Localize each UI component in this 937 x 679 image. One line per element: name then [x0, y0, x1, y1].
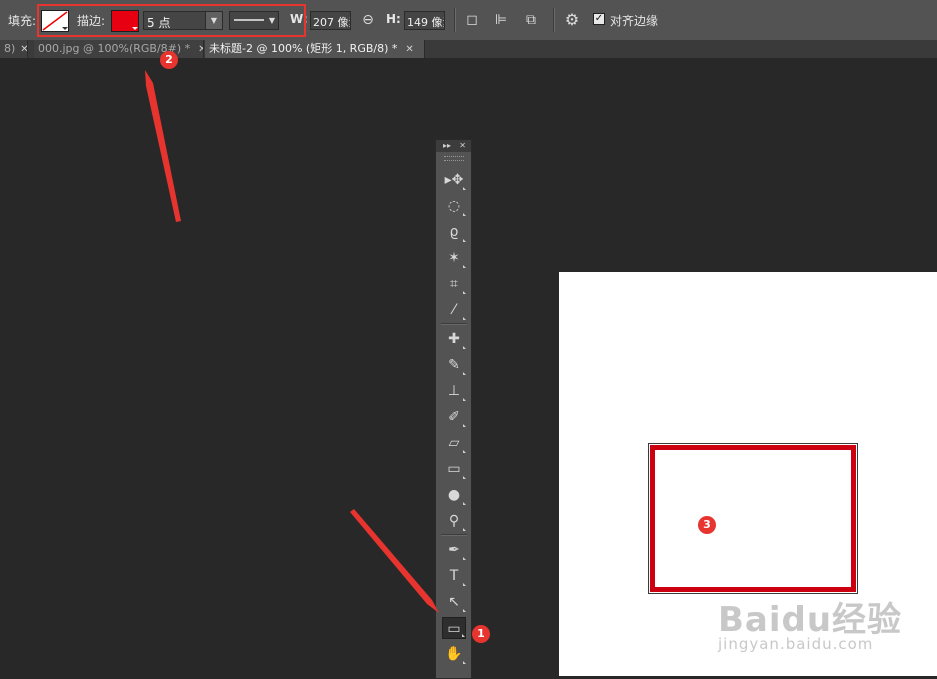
- step-badge-2: 2: [160, 51, 178, 69]
- arrow-up-icon: [145, 70, 181, 222]
- step-badge-3: 3: [698, 516, 716, 534]
- annotation-arrows: [145, 70, 439, 613]
- arrow-down-icon: [350, 509, 439, 613]
- step-badge-1: 1: [472, 625, 490, 643]
